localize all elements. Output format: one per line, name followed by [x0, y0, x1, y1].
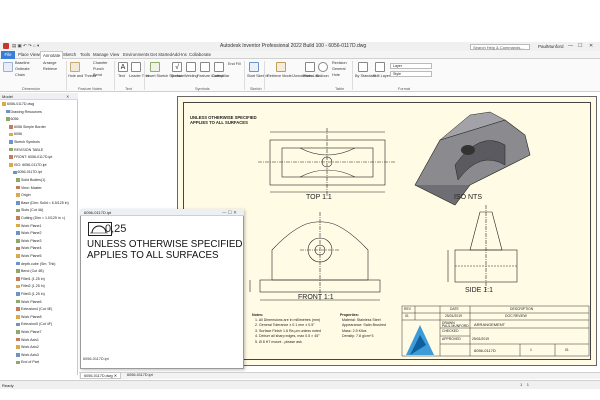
front-view: [249, 212, 381, 301]
popup-title[interactable]: 6056-0117D.ipt: [80, 209, 244, 216]
surface-finish-value: 0,25: [105, 223, 127, 235]
rev-date: 25/01/2019: [445, 314, 462, 318]
document-tab-bar: [79, 372, 600, 379]
popup-window-controls: — ☐ ✕: [222, 209, 237, 216]
drawing-number: 6056-0117D: [474, 348, 496, 353]
doc-tab-ipt[interactable]: 6056-0117D.ipt: [124, 372, 156, 379]
sheet-number: 1: [530, 348, 532, 352]
side-view: [447, 205, 518, 290]
drawing-title: ARRANGEMENT: [474, 322, 506, 327]
checked-label: CHECKED: [442, 329, 459, 333]
iso-view: [414, 111, 531, 206]
doc-tab-dwg[interactable]: 6056-0117D.dwg ✕: [80, 372, 121, 379]
drawn-by: PAUL MUNFORD: [442, 324, 469, 328]
side-view-label: SIDE 1:1: [465, 287, 494, 294]
top-view-outline: [269, 139, 386, 186]
autodesk-logo-icon: [406, 325, 434, 355]
status-count-1: 1: [520, 382, 523, 387]
approved-label: APPROVED: [442, 337, 461, 341]
description-col-header: DESCRIPTION: [510, 307, 534, 311]
rev-col-header: REV: [404, 307, 411, 311]
rev-description: DOC REVIEW: [505, 314, 527, 318]
note-line: 4. Deburr all sharp edges, max 0.5 × 45°: [255, 334, 320, 339]
top-view: [258, 128, 396, 195]
status-count-2: 1: [526, 382, 529, 387]
rev-value: 01: [405, 314, 409, 318]
popup-minimize-button[interactable]: —: [222, 210, 227, 215]
front-view-label: FRONT 1:1: [298, 294, 334, 301]
popup-file-label: 6056-0117D.ipt: [83, 357, 109, 361]
property-line: Density: 7.8 g/cm^3: [342, 334, 374, 339]
properties-list: Material: Stainless Steel Appearance: Sa…: [342, 318, 386, 340]
popup-close-button[interactable]: ✕: [233, 210, 237, 215]
title-date: 25/01/2019: [472, 337, 489, 341]
popup-note-line-1: UNLESS OTHERWISE SPECIFIED: [87, 239, 243, 250]
date-col-header: DATE: [450, 307, 459, 311]
notes-list: 1. All Dimensions are in millimetres (mm…: [255, 318, 321, 345]
status-bar: Ready: [0, 380, 600, 389]
note-line: 5. Ø 8 H7 mount - please ask: [255, 339, 302, 344]
drawing-rev: 01: [565, 348, 569, 352]
popup-note-line-2: APPLIES TO ALL SURFACES: [87, 250, 219, 261]
top-view-label: TOP 1:1: [306, 194, 332, 201]
popup-maximize-button[interactable]: ☐: [228, 210, 232, 215]
popup-note: UNLESS OTHERWISE SPECIFIED APPLIES TO AL…: [87, 239, 243, 261]
iso-view-label: ISO NTS: [454, 194, 483, 201]
status-counters: 1 1: [520, 380, 529, 389]
